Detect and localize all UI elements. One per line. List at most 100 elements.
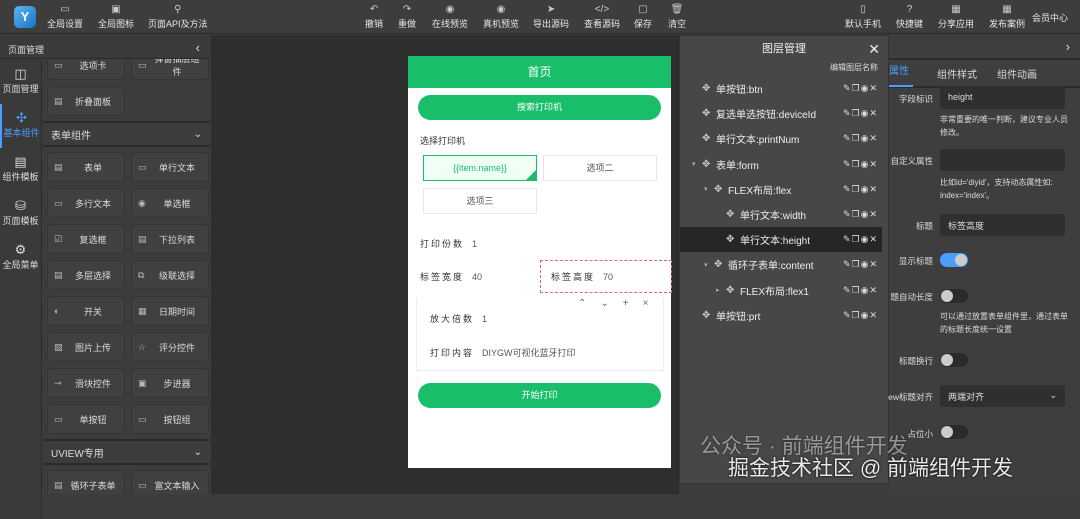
tab-properties[interactable]: 属性: [889, 59, 913, 87]
expand-chevron-icon[interactable]: ›: [1066, 39, 1070, 54]
component-item[interactable]: ◐ 开关: [47, 296, 125, 326]
global-icons-button[interactable]: ▣ 全局图标: [98, 3, 134, 30]
layer-item[interactable]: ✥ 复选单选按钮:deviceId ✎❐◉✕: [680, 101, 882, 126]
save-button[interactable]: ▢ 保存: [634, 3, 652, 30]
rail-component-templates[interactable]: ▤ 组件模板: [0, 148, 41, 192]
component-popup[interactable]: ▭ 弹窗抽层组件: [131, 59, 209, 80]
drag-handle-icon[interactable]: ✥: [726, 209, 740, 220]
component-item[interactable]: ⊸ 滑块控件: [47, 368, 125, 398]
drag-handle-icon[interactable]: ✥: [702, 159, 716, 170]
component-item[interactable]: ⧉ 级联选择: [131, 260, 209, 290]
rail-basic-components[interactable]: ✣ 基本组件: [0, 104, 41, 148]
drag-handle-icon[interactable]: ✥: [702, 133, 716, 144]
component-item[interactable]: ☆ 评分控件: [131, 332, 209, 362]
drag-handle-icon[interactable]: ✥: [726, 234, 740, 245]
edit-layer-name-link[interactable]: 编辑图层名称: [680, 62, 888, 76]
drag-handle-icon[interactable]: ✥: [702, 310, 716, 321]
component-item[interactable]: ▭ 按钮组: [131, 404, 209, 434]
show-title-toggle[interactable]: [940, 253, 968, 267]
view-code-button[interactable]: </> 查看源码: [584, 3, 620, 30]
component-item[interactable]: ▣ 步进器: [131, 368, 209, 398]
shortcuts-button[interactable]: ? 快捷键: [896, 3, 923, 30]
layer-item[interactable]: ✥ 单行文本:width ✎❐◉✕: [680, 202, 882, 227]
layer-actions[interactable]: ✎❐◉✕: [843, 159, 878, 170]
auto-length-toggle[interactable]: [940, 289, 968, 303]
online-preview-button[interactable]: ◉ 在线预览: [432, 3, 468, 30]
undo-button[interactable]: ↶ 撤销: [365, 3, 383, 30]
component-collapse[interactable]: ▤ 折叠面板: [47, 86, 125, 116]
printer-option[interactable]: {{item.name}}: [423, 155, 537, 181]
component-item[interactable]: ☑ 复选框: [47, 224, 125, 254]
close-icon[interactable]: ✕: [868, 36, 880, 62]
component-item[interactable]: ▭ 单按钮: [47, 404, 125, 434]
export-code-button[interactable]: ➤ 导出源码: [533, 3, 569, 30]
start-print-button[interactable]: 开始打印: [418, 383, 661, 408]
rail-page-templates[interactable]: ⛁ 页面模板: [0, 192, 41, 236]
component-item[interactable]: ▨ 图片上传: [47, 332, 125, 362]
component-rich-text[interactable]: ▭ 富文本输入: [131, 470, 209, 494]
tab-styles[interactable]: 组件样式: [913, 66, 987, 81]
layer-actions[interactable]: ✎❐◉✕: [843, 184, 878, 195]
layer-actions[interactable]: ✎❐◉✕: [843, 310, 878, 321]
redo-button[interactable]: ↷ 重做: [398, 3, 416, 30]
drag-handle-icon[interactable]: ✥: [726, 285, 740, 296]
clear-button[interactable]: 🗑 清空: [668, 3, 686, 30]
placeholder-toggle[interactable]: [940, 425, 968, 439]
layer-item[interactable]: ▾ ✥ 表单:form ✎❐◉✕: [680, 152, 882, 177]
layer-actions[interactable]: ✎❐◉✕: [843, 108, 878, 119]
layer-actions[interactable]: ✎❐◉✕: [843, 234, 878, 245]
height-field[interactable]: 标签高度 70: [551, 270, 613, 283]
layer-item[interactable]: ✥ 单行文本:height ✎❐◉✕: [680, 227, 882, 253]
page-api-button[interactable]: ⚲ 页面API及方法: [148, 3, 208, 30]
layer-actions[interactable]: ✎❐◉✕: [843, 83, 878, 94]
publish-case-button[interactable]: ▦ 发布案例: [989, 3, 1025, 30]
expand-toggle-icon[interactable]: ▾: [704, 261, 714, 269]
layer-actions[interactable]: ✎❐◉✕: [843, 133, 878, 144]
component-item[interactable]: ▤ 表单: [47, 152, 125, 182]
rail-global-menu[interactable]: ⚙ 全局菜单: [0, 236, 41, 280]
search-printer-button[interactable]: 搜索打印机: [418, 95, 661, 120]
layer-actions[interactable]: ✎❐◉✕: [843, 285, 878, 296]
copies-field[interactable]: 打印份数 1: [420, 237, 477, 250]
title-align-select[interactable]: 两端对齐 ⌄: [940, 385, 1065, 407]
component-item[interactable]: ▭ 多行文本: [47, 188, 125, 218]
app-logo[interactable]: Y: [14, 6, 36, 28]
tab-animation[interactable]: 组件动画: [987, 66, 1047, 81]
title-wrap-toggle[interactable]: [940, 353, 968, 367]
drag-handle-icon[interactable]: ✥: [702, 83, 716, 94]
layer-item[interactable]: ▾ ✥ FLEX布局:flex ✎❐◉✕: [680, 177, 882, 202]
device-preview-button[interactable]: ◉ 真机预览: [483, 3, 519, 30]
layer-actions[interactable]: ✎❐◉✕: [843, 209, 878, 220]
collapse-chevron-icon[interactable]: ‹: [196, 40, 200, 55]
drag-handle-icon[interactable]: ✥: [714, 259, 728, 270]
content-field[interactable]: 打印内容 DIYGW可视化蓝牙打印: [430, 346, 576, 359]
global-settings-button[interactable]: ▭ 全局设置: [47, 3, 83, 30]
layer-actions[interactable]: ✎❐◉✕: [843, 259, 878, 270]
component-tabs[interactable]: ▭ 选项卡: [47, 59, 125, 80]
component-item[interactable]: ▭ 单行文本: [131, 152, 209, 182]
layer-item[interactable]: ✥ 单按钮:prt ✎❐◉✕: [680, 303, 882, 328]
member-center-link[interactable]: 会员中心: [1032, 11, 1068, 24]
zoom-field[interactable]: 放大倍数 1: [430, 312, 487, 325]
component-item[interactable]: ▤ 下拉列表: [131, 224, 209, 254]
component-item[interactable]: ▦ 日期时间: [131, 296, 209, 326]
layer-item[interactable]: ▸ ✥ FLEX布局:flex1 ✎❐◉✕: [680, 278, 882, 303]
component-loop-subform[interactable]: ▤ 循环子表单: [47, 470, 125, 494]
rail-page-manage[interactable]: ◫ 页面管理: [0, 60, 41, 104]
share-app-button[interactable]: ▦ 分享应用: [938, 3, 974, 30]
expand-toggle-icon[interactable]: ▸: [716, 286, 726, 294]
component-item[interactable]: ◉ 单选框: [131, 188, 209, 218]
drag-handle-icon[interactable]: ✥: [714, 184, 728, 195]
expand-toggle-icon[interactable]: ▾: [704, 185, 714, 193]
layer-item[interactable]: ✥ 单行文本:printNum ✎❐◉✕: [680, 126, 882, 151]
uview-section-header[interactable]: UVIEW专用 ⌄: [43, 439, 210, 465]
component-item[interactable]: ▤ 多层选择: [47, 260, 125, 290]
field-id-input[interactable]: height: [940, 87, 1065, 109]
title-input[interactable]: 标签高度: [940, 214, 1065, 236]
expand-toggle-icon[interactable]: ▾: [692, 160, 702, 168]
default-phone-button[interactable]: ▯ 默认手机: [845, 3, 881, 30]
layer-item[interactable]: ▾ ✥ 循环子表单:content ✎❐◉✕: [680, 252, 882, 277]
width-field[interactable]: 标签宽度 40: [420, 270, 482, 283]
form-section-header[interactable]: 表单组件 ⌄: [43, 121, 210, 147]
drag-handle-icon[interactable]: ✥: [702, 108, 716, 119]
